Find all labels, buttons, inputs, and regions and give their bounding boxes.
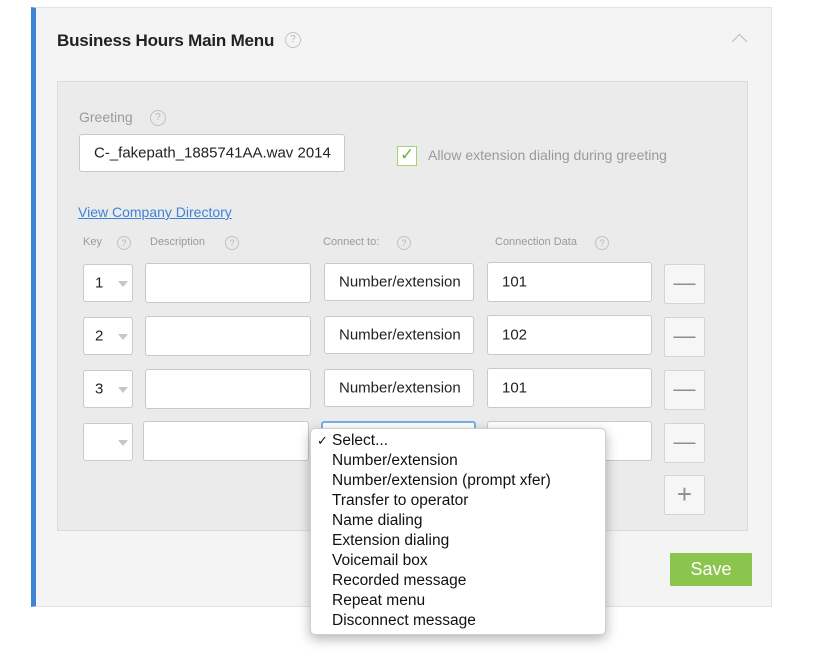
help-icon[interactable]: ? [285,32,301,48]
greeting-label: Greeting [79,109,133,125]
key-select[interactable]: 3 [83,370,133,408]
column-header-description: Description [150,236,206,248]
allow-extension-label: Allow extension dialing during greeting [428,147,667,163]
dropdown-option-name-dialing[interactable]: Name dialing [332,511,422,531]
allow-extension-checkbox[interactable]: ✓ [397,145,417,166]
minus-icon: — [673,376,696,401]
dropdown-option-recorded-message[interactable]: Recorded message [332,571,466,591]
connection-data-input[interactable]: 102 [487,315,652,355]
key-select[interactable]: 2 [83,317,133,355]
dropdown-arrow-icon [118,281,128,287]
dropdown-option-transfer-to-operator[interactable]: Transfer to operator [332,491,468,511]
remove-row-button[interactable]: — [664,423,705,463]
key-select[interactable]: 1 [83,264,133,302]
dropdown-option-select[interactable]: ✓ Select... [317,431,388,451]
add-row-button[interactable]: + [664,475,705,515]
panel-title: Business Hours Main Menu [57,31,275,50]
connection-data-value: 101 [502,273,528,291]
checkmark-icon: ✓ [400,145,415,164]
key-value: 1 [95,274,104,292]
minus-icon: — [673,323,696,348]
greeting-field[interactable]: C-_fakepath_1885741AA.wav 2014 [79,134,345,172]
description-input[interactable] [145,369,311,409]
dropdown-arrow-icon [118,387,128,393]
dropdown-option-repeat-menu[interactable]: Repeat menu [332,591,425,611]
remove-row-button[interactable]: — [664,317,705,357]
column-header-connection-data: Connection Data [495,236,577,248]
column-header-key: Key [83,236,102,248]
dropdown-arrow-icon [118,334,128,340]
selected-checkmark-icon: ✓ [317,433,328,448]
column-header-connect-to: Connect to: [323,236,380,248]
view-company-directory-link[interactable]: View Company Directory [78,204,232,220]
connection-data-value: 102 [502,326,528,344]
connection-data-input[interactable]: 101 [487,262,652,302]
plus-icon: + [676,479,693,509]
dropdown-option-number-extension[interactable]: Number/extension [332,451,458,471]
dropdown-arrow-icon [118,440,128,446]
connection-data-value: 101 [502,379,528,397]
key-value: 2 [95,327,104,345]
remove-row-button[interactable]: — [664,264,705,304]
description-input[interactable] [143,421,309,461]
key-value: 3 [95,380,104,398]
remove-row-button[interactable]: — [664,370,705,410]
help-icon[interactable]: ? [595,236,609,250]
minus-icon: — [673,429,696,454]
connect-to-value: Number/extension [339,273,461,291]
greeting-value: C-_fakepath_1885741AA.wav 2014 [94,144,331,162]
connect-to-value: Number/extension [339,326,461,344]
connection-data-input[interactable]: 101 [487,368,652,408]
help-icon[interactable]: ? [117,236,131,250]
help-icon[interactable]: ? [225,236,239,250]
help-icon[interactable]: ? [150,110,166,126]
description-input[interactable] [145,316,311,356]
connect-to-select[interactable]: Number/extension [324,316,474,354]
description-input[interactable] [145,263,311,303]
minus-icon: — [673,270,696,295]
dropdown-option-voicemail-box[interactable]: Voicemail box [332,551,428,571]
connect-to-select[interactable]: Number/extension [324,263,474,301]
key-select[interactable] [83,423,133,461]
help-icon[interactable]: ? [397,236,411,250]
connect-to-select[interactable]: Number/extension [324,369,474,407]
save-button[interactable]: Save [670,553,752,586]
dropdown-option-number-extension-prompt-xfer[interactable]: Number/extension (prompt xfer) [332,471,551,491]
connect-to-dropdown-menu: ✓ Select... Number/extension Number/exten… [310,428,606,635]
dropdown-option-extension-dialing[interactable]: Extension dialing [332,531,449,551]
dropdown-option-disconnect-message[interactable]: Disconnect message [332,611,476,631]
connect-to-value: Number/extension [339,379,461,397]
